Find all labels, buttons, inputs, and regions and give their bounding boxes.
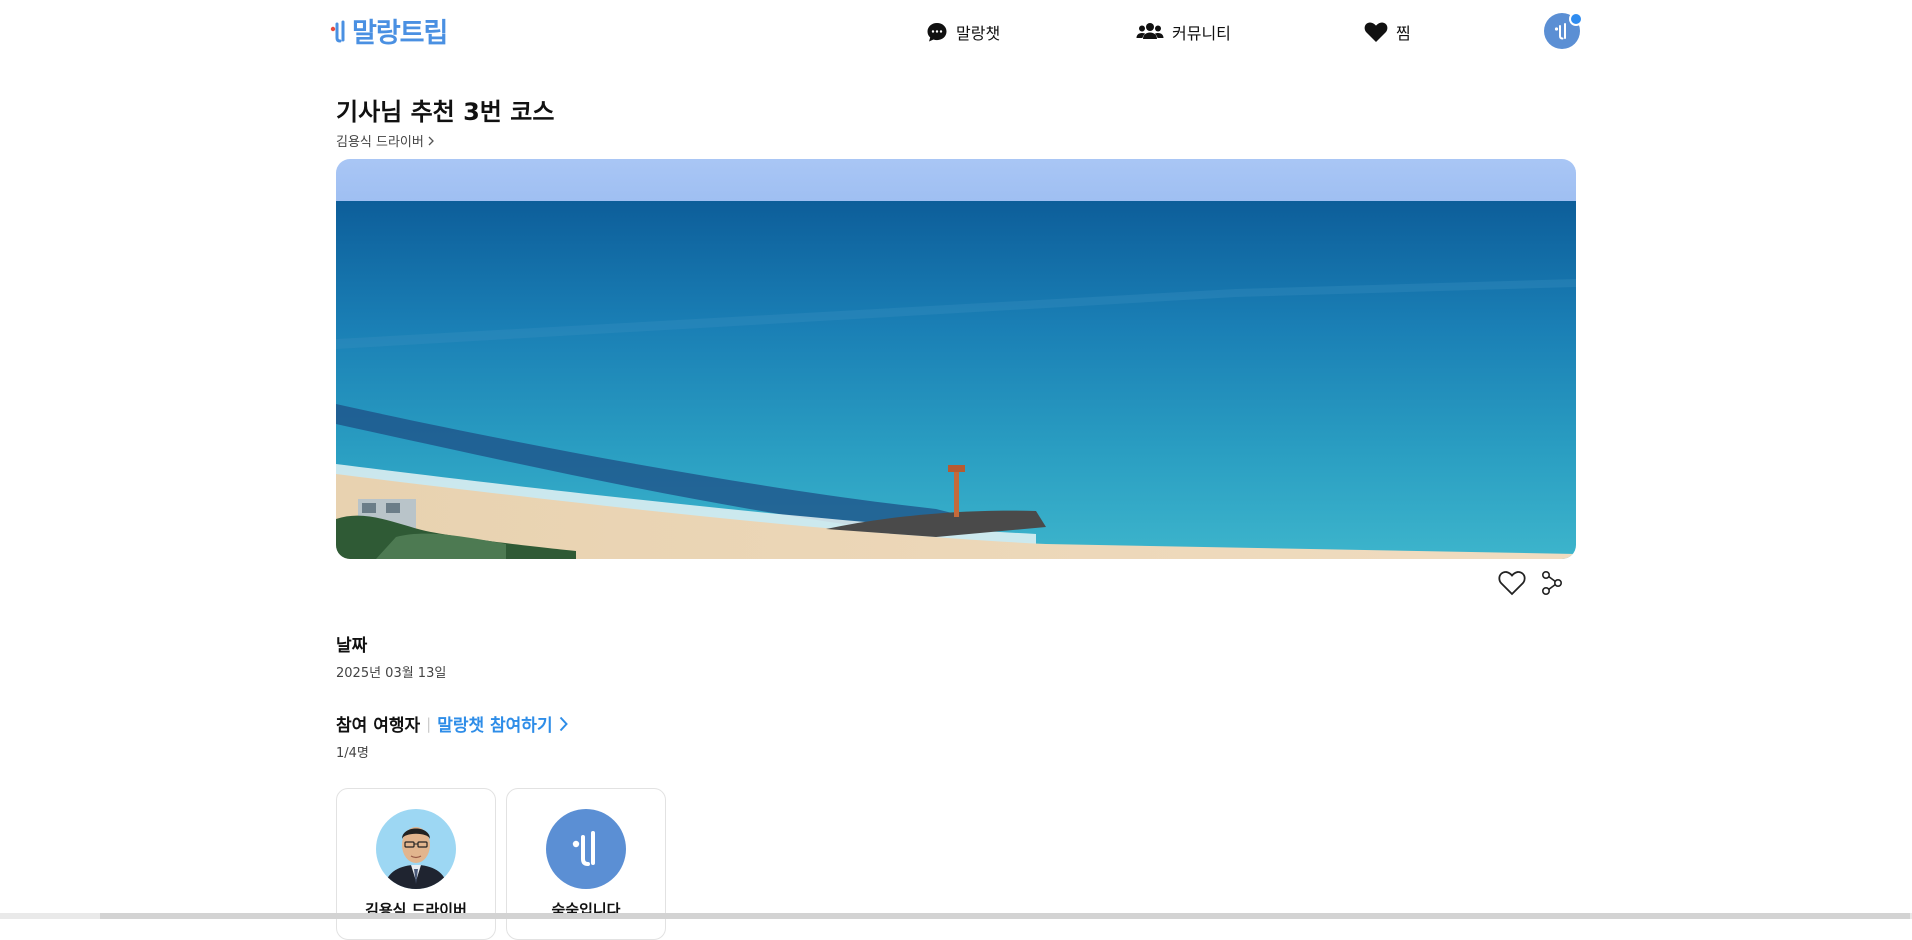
divider: | [426,714,432,733]
nav-community[interactable]: 커뮤니티 [1136,18,1231,46]
date-value: 2025년 03월 13일 [336,666,447,681]
avatar [546,809,626,889]
share-icon[interactable] [1540,570,1564,596]
nav-wish-label: 찜 [1396,24,1411,43]
avatar [376,809,456,889]
nav-wishlist[interactable]: 찜 [1364,18,1411,46]
scrollbar-thumb[interactable] [100,913,1910,919]
participant-count: 1/4명 [336,746,369,761]
logo-mark-icon [572,831,595,866]
chevron-right-icon [428,136,434,145]
top-header: 말랑트립 말랑챗 커뮤니티 찜 [0,0,1912,64]
hero-image [336,159,1576,559]
date-label: 날짜 [336,636,368,656]
heart-filled-icon [1364,22,1388,42]
profile-avatar[interactable] [1544,12,1583,49]
participants-label: 참여 여행자 [336,716,421,736]
logo[interactable]: 말랑트립 [330,13,448,49]
author-name: 김용식 드라이버 [336,135,424,150]
nav-chat-label: 말랑챗 [956,24,1001,43]
join-chat-label: 말랑챗 참여하기 [437,716,553,736]
nav-chat[interactable]: 말랑챗 [926,18,1000,46]
chat-bubble-icon [927,23,947,42]
users-icon [1136,23,1164,39]
participants-header: 참여 여행자 | 말랑챗 참여하기 [336,711,568,736]
logo-icon [330,20,345,43]
chevron-right-icon [559,716,568,731]
logo-mark-icon [1554,23,1566,40]
logo-text: 말랑트립 [352,17,448,49]
page-title: 기사님 추천 3번 코스 [336,98,555,126]
nav-community-label: 커뮤니티 [1172,24,1231,43]
horizontal-scrollbar[interactable] [0,913,1912,919]
join-chat-link[interactable]: 말랑챗 참여하기 [437,711,568,736]
author-link[interactable]: 김용식 드라이버 [336,131,435,150]
course-actions [1498,570,1564,596]
heart-outline-icon[interactable] [1498,570,1526,596]
notification-dot [1569,12,1583,26]
